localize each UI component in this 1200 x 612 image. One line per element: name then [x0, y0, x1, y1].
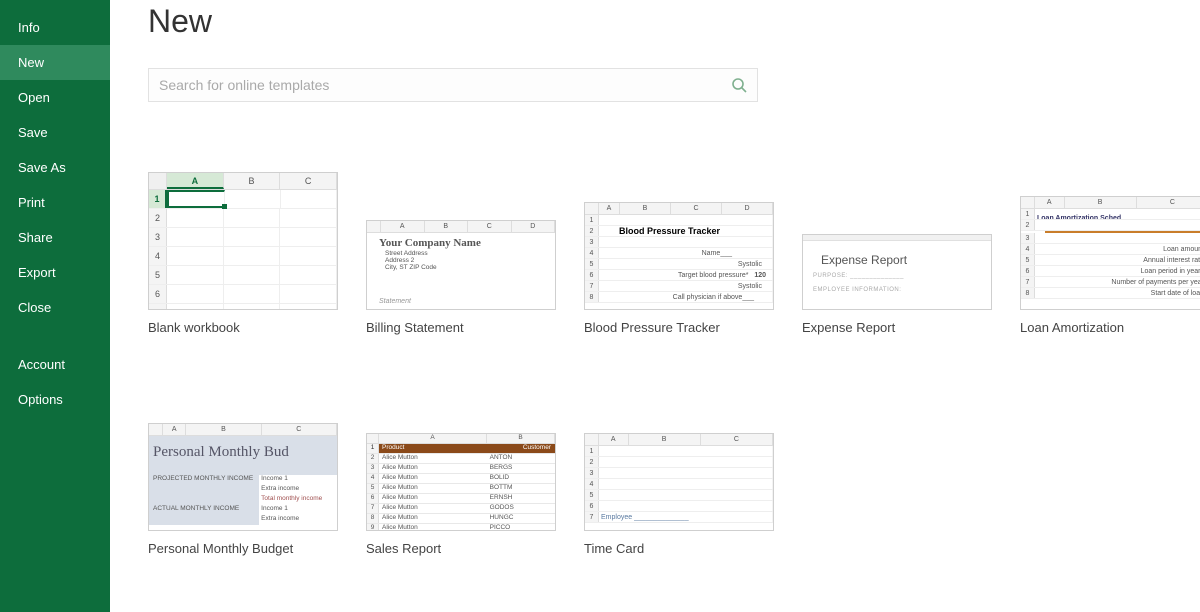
template-label: Loan Amortization — [1020, 320, 1200, 335]
template-label: Expense Report — [802, 320, 992, 335]
template-thumb: A B C 1 2 3 4 5 6 7Employee ____________… — [584, 433, 774, 531]
template-blood-pressure-tracker[interactable]: A B C D 1 2Blood Pressure Tracker 3 4Nam… — [584, 202, 774, 335]
template-thumb: A B C D Your Company Name Street Address… — [366, 220, 556, 310]
template-expense-report[interactable]: Expense Report PURPOSE: ______________ E… — [802, 234, 992, 335]
template-personal-monthly-budget[interactable]: A B C Personal Monthly Bud PROJECTED MON… — [148, 423, 338, 556]
template-blank-workbook[interactable]: A B C 1 2 3 4 5 6 7 Blank workbook — [148, 172, 338, 335]
sidebar-item-info[interactable]: Info — [0, 10, 110, 45]
sidebar-item-close[interactable]: Close — [0, 290, 110, 325]
sidebar-item-print[interactable]: Print — [0, 185, 110, 220]
template-thumb: Expense Report PURPOSE: ______________ E… — [802, 234, 992, 310]
sidebar-item-new[interactable]: New — [0, 45, 110, 80]
template-label: Sales Report — [366, 541, 556, 556]
template-label: Billing Statement — [366, 320, 556, 335]
backstage-sidebar: Info New Open Save Save As Print Share E… — [0, 0, 110, 612]
sidebar-item-save[interactable]: Save — [0, 115, 110, 150]
template-thumb: A B C D 1 2Blood Pressure Tracker 3 4Nam… — [584, 202, 774, 310]
template-billing-statement[interactable]: A B C D Your Company Name Street Address… — [366, 220, 556, 335]
sidebar-item-options[interactable]: Options — [0, 382, 110, 417]
page-title: New — [148, 3, 1200, 40]
template-gallery: A B C 1 2 3 4 5 6 7 Blank workbook A B — [148, 172, 1200, 556]
backstage-main: New A B C 1 2 3 4 5 6 7 — [110, 0, 1200, 612]
search-icon[interactable] — [731, 77, 747, 93]
template-time-card[interactable]: A B C 1 2 3 4 5 6 7Employee ____________… — [584, 433, 774, 556]
template-label: Blood Pressure Tracker — [584, 320, 774, 335]
sidebar-item-save-as[interactable]: Save As — [0, 150, 110, 185]
template-thumb: A B C Personal Monthly Bud PROJECTED MON… — [148, 423, 338, 531]
sidebar-item-share[interactable]: Share — [0, 220, 110, 255]
template-sales-report[interactable]: AB 1ProductCustomer 2Alice MuttonANTON 3… — [366, 433, 556, 556]
template-loan-amortization[interactable]: A B C 1Loan Amortization Sched 2 3 4Loan… — [1020, 196, 1200, 335]
template-label: Personal Monthly Budget — [148, 541, 338, 556]
template-thumb: A B C 1 2 3 4 5 6 7 — [148, 172, 338, 310]
search-input[interactable] — [159, 77, 731, 93]
template-label: Blank workbook — [148, 320, 338, 335]
template-label: Time Card — [584, 541, 774, 556]
template-thumb: A B C 1Loan Amortization Sched 2 3 4Loan… — [1020, 196, 1200, 310]
sidebar-item-export[interactable]: Export — [0, 255, 110, 290]
sidebar-item-open[interactable]: Open — [0, 80, 110, 115]
template-thumb: AB 1ProductCustomer 2Alice MuttonANTON 3… — [366, 433, 556, 531]
template-search[interactable] — [148, 68, 758, 102]
sidebar-item-account[interactable]: Account — [0, 347, 110, 382]
